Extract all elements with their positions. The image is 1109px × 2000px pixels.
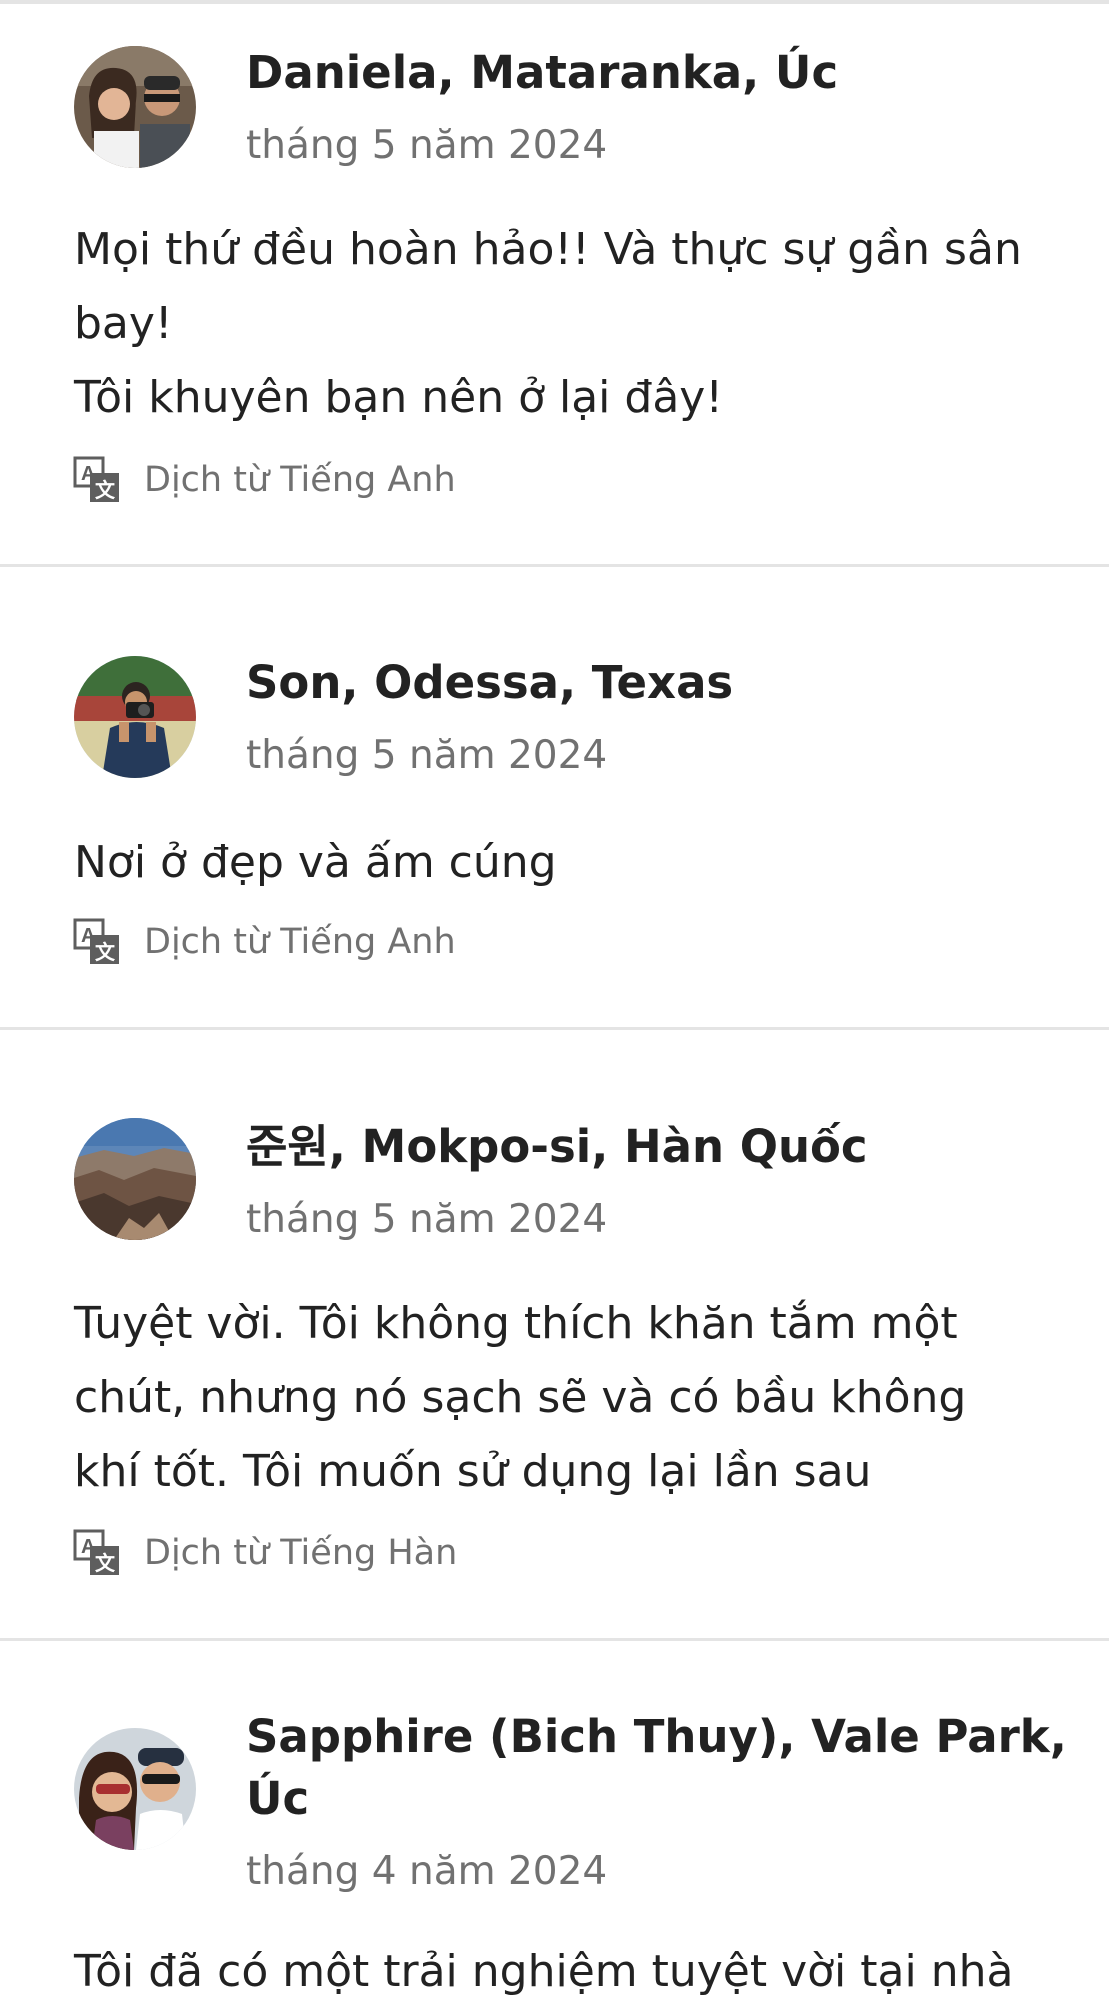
review-date: tháng 4 năm 2024 bbox=[246, 1849, 608, 1894]
review-text-line: Nơi ở đẹp và ấm cúng bbox=[74, 837, 557, 888]
review-divider bbox=[0, 1027, 1109, 1030]
translate-icon: A 文 bbox=[73, 456, 119, 502]
reviewer-name: Sapphire (Bich Thuy), Vale Park, Úc bbox=[246, 1706, 1067, 1830]
review-text-line: Tuyệt vời. Tôi không thích khăn tắm một bbox=[74, 1298, 958, 1349]
review-text: Nơi ở đẹp và ấm cúng bbox=[74, 826, 1054, 900]
reviewer-name: Son, Odessa, Texas bbox=[246, 656, 734, 709]
translate-icon: A 文 bbox=[73, 1529, 119, 1575]
reviewer-name-line: Úc bbox=[246, 1772, 310, 1825]
reviewer-name: 준원, Mokpo-si, Hàn Quốc bbox=[246, 1120, 868, 1173]
photographer-avatar[interactable] bbox=[74, 656, 196, 778]
review-text-line: khí tốt. Tôi muốn sử dụng lại lần sau bbox=[74, 1446, 872, 1497]
translation-label: Dịch từ Tiếng Anh bbox=[144, 922, 456, 962]
review-divider bbox=[0, 564, 1109, 567]
review-date: tháng 5 năm 2024 bbox=[246, 123, 608, 168]
reviews-page: Daniela, Mataranka, Úc tháng 5 năm 2024 … bbox=[0, 0, 1109, 2000]
translation-label: Dịch từ Tiếng Hàn bbox=[144, 1533, 458, 1573]
canyon-landscape-avatar[interactable] bbox=[74, 1118, 196, 1240]
reviewer-name: Daniela, Mataranka, Úc bbox=[246, 46, 839, 99]
couple-photo-avatar[interactable] bbox=[74, 46, 196, 168]
translation-note: A 文 Dịch từ Tiếng Anh bbox=[72, 917, 456, 967]
review-divider bbox=[0, 1638, 1109, 1641]
review-text-line: Mọi thứ đều hoàn hảo!! Và thực sự gần sâ… bbox=[74, 224, 1022, 275]
svg-text:文: 文 bbox=[95, 940, 116, 964]
svg-text:文: 文 bbox=[95, 1551, 116, 1575]
translation-note: A 文 Dịch từ Tiếng Anh bbox=[72, 455, 456, 505]
top-divider bbox=[0, 0, 1109, 4]
review-text-line: Tôi khuyên bạn nên ở lại đây! bbox=[74, 372, 723, 423]
translation-label: Dịch từ Tiếng Anh bbox=[144, 460, 456, 500]
review-text-line: bay! bbox=[74, 298, 173, 349]
couple-selfie-avatar[interactable] bbox=[74, 1728, 196, 1850]
review-date: tháng 5 năm 2024 bbox=[246, 733, 608, 778]
svg-text:文: 文 bbox=[95, 478, 116, 502]
reviewer-name-line: Sapphire (Bich Thuy), Vale Park, bbox=[246, 1710, 1067, 1763]
translation-note: A 文 Dịch từ Tiếng Hàn bbox=[72, 1528, 457, 1578]
translate-icon: A 文 bbox=[73, 918, 119, 964]
review-text: Tuyệt vời. Tôi không thích khăn tắm một … bbox=[74, 1287, 1054, 1509]
review-date: tháng 5 năm 2024 bbox=[246, 1197, 608, 1242]
review-text: Mọi thứ đều hoàn hảo!! Và thực sự gần sâ… bbox=[74, 213, 1054, 435]
review-text-line: Tôi đã có một trải nghiệm tuyệt vời tại … bbox=[74, 1946, 1014, 1997]
review-text-line: chút, nhưng nó sạch sẽ và có bầu không bbox=[74, 1372, 967, 1423]
review-text: Tôi đã có một trải nghiệm tuyệt vời tại … bbox=[74, 1935, 1054, 2000]
